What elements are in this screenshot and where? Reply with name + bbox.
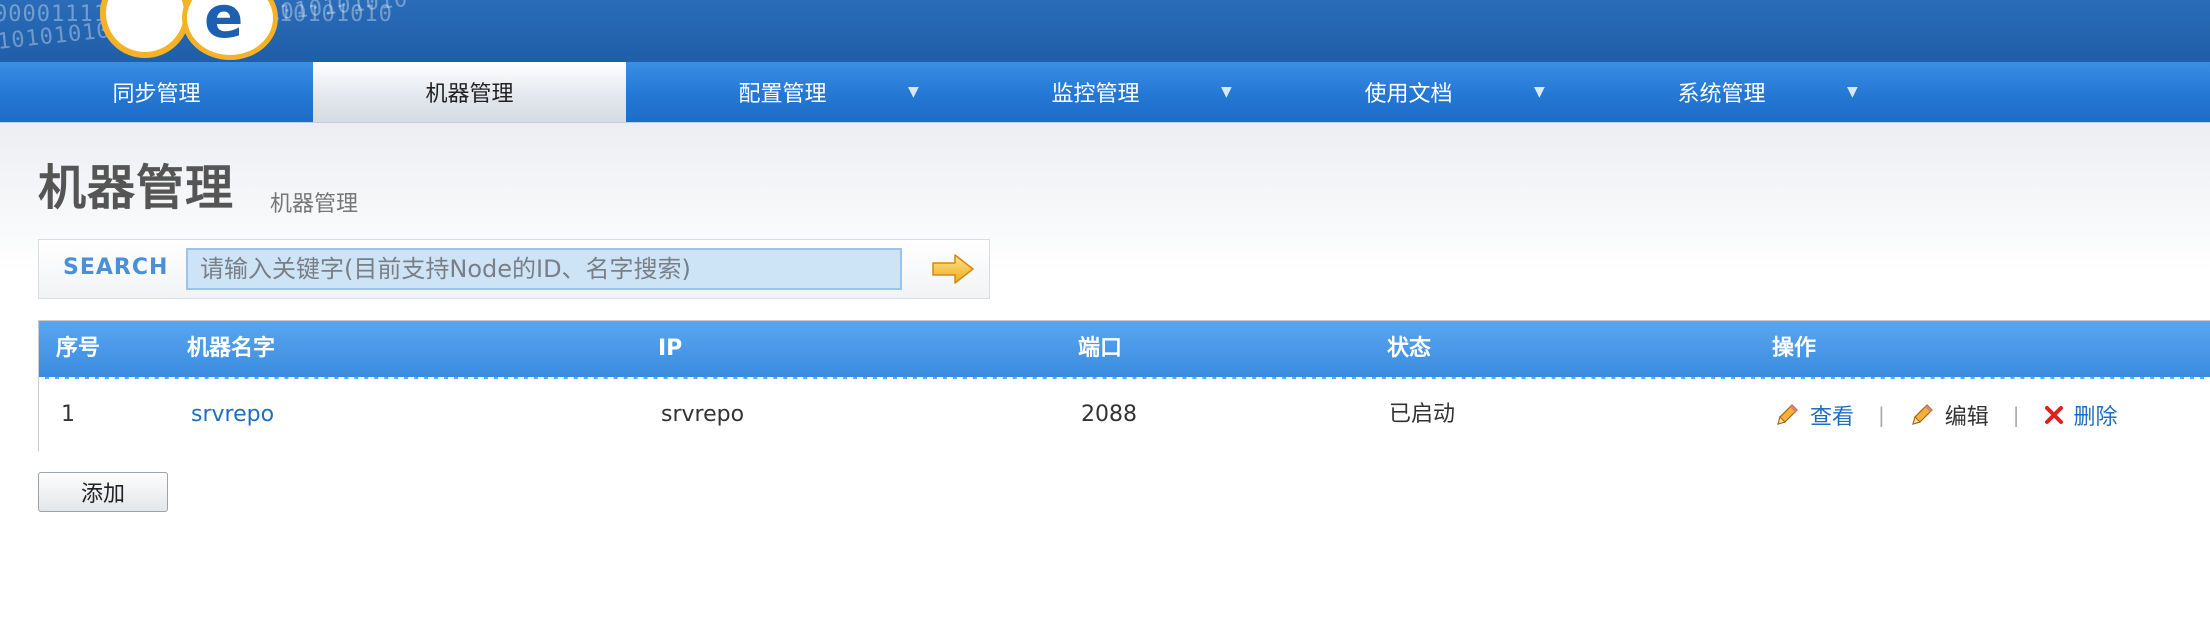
arrow-right-icon[interactable] (931, 254, 975, 284)
logo: e (40, 0, 320, 60)
delete-action[interactable]: 删除 (2044, 399, 2118, 431)
close-icon (2044, 406, 2063, 424)
view-action[interactable]: 查看 (1774, 399, 1854, 431)
search-input[interactable] (186, 248, 902, 290)
cell-ip: srvrepo (661, 402, 745, 427)
action-separator: | (1878, 403, 1885, 427)
edit-label: 编辑 (1944, 405, 1989, 430)
nav-item-label: 监控管理 (1051, 82, 1140, 107)
logo-ring-left (100, 0, 190, 58)
chevron-down-icon: ▼ (1534, 84, 1545, 100)
add-button[interactable]: 添加 (38, 472, 168, 512)
chevron-down-icon: ▼ (1847, 84, 1858, 100)
nav-item-label: 使用文档 (1364, 82, 1453, 107)
action-separator: | (2012, 403, 2020, 427)
delete-label: 删除 (2073, 405, 2118, 430)
machine-name-link[interactable]: srvrepo (191, 379, 274, 451)
nav-item-config[interactable]: 配置管理 ▼ (626, 62, 939, 122)
nav-item-label: 配置管理 (738, 82, 827, 107)
chevron-down-icon: ▼ (1221, 84, 1232, 100)
pencil-icon (1777, 404, 1798, 425)
table-header: 序号 机器名字 IP 端口 状态 操作 (39, 321, 2210, 379)
breadcrumb: 机器管理 (270, 192, 359, 217)
table-row: 1 srvrepo srvrepo 2088 已启动 查看 | 编辑 | 删除 (39, 379, 2210, 451)
logo-letter: e (204, 0, 244, 51)
main-nav: 同步管理 机器管理 配置管理 ▼ 监控管理 ▼ 使用文档 ▼ 系统管理 ▼ (0, 62, 2210, 123)
header-banner: 0000111101011111001110101010 10101010001… (0, 0, 2210, 62)
pencil-icon (1911, 404, 1933, 425)
nav-item-label: 机器管理 (425, 82, 514, 107)
column-header-status: 状态 (1387, 336, 1432, 361)
edit-action[interactable]: 编辑 (1909, 399, 1989, 431)
row-actions: 查看 | 编辑 | 删除 (1774, 379, 2118, 451)
search-label: SEARCH (63, 255, 169, 280)
column-header-actions: 操作 (1772, 336, 1817, 361)
nav-item-label: 系统管理 (1677, 82, 1766, 107)
nav-item-sync[interactable]: 同步管理 (0, 62, 313, 122)
nav-item-monitor[interactable]: 监控管理 ▼ (939, 62, 1252, 122)
view-label: 查看 (1810, 405, 1855, 430)
cell-port: 2088 (1081, 402, 1137, 427)
column-header-port: 端口 (1078, 336, 1123, 361)
nav-item-machines[interactable]: 机器管理 (313, 62, 626, 122)
cell-index: 1 (61, 402, 75, 427)
nav-item-label: 同步管理 (112, 82, 201, 107)
machine-table: 序号 机器名字 IP 端口 状态 操作 1 srvrepo srvrepo 20… (38, 320, 2210, 451)
cell-status: 已启动 (1389, 402, 1456, 427)
column-header-ip: IP (658, 336, 683, 361)
page-title: 机器管理 (38, 160, 235, 216)
column-header-index: 序号 (56, 336, 101, 361)
column-header-name: 机器名字 (187, 336, 276, 361)
nav-item-system[interactable]: 系统管理 ▼ (1565, 62, 1878, 122)
nav-item-docs[interactable]: 使用文档 ▼ (1252, 62, 1565, 122)
search-bar: SEARCH (38, 239, 990, 299)
chevron-down-icon: ▼ (908, 84, 919, 100)
